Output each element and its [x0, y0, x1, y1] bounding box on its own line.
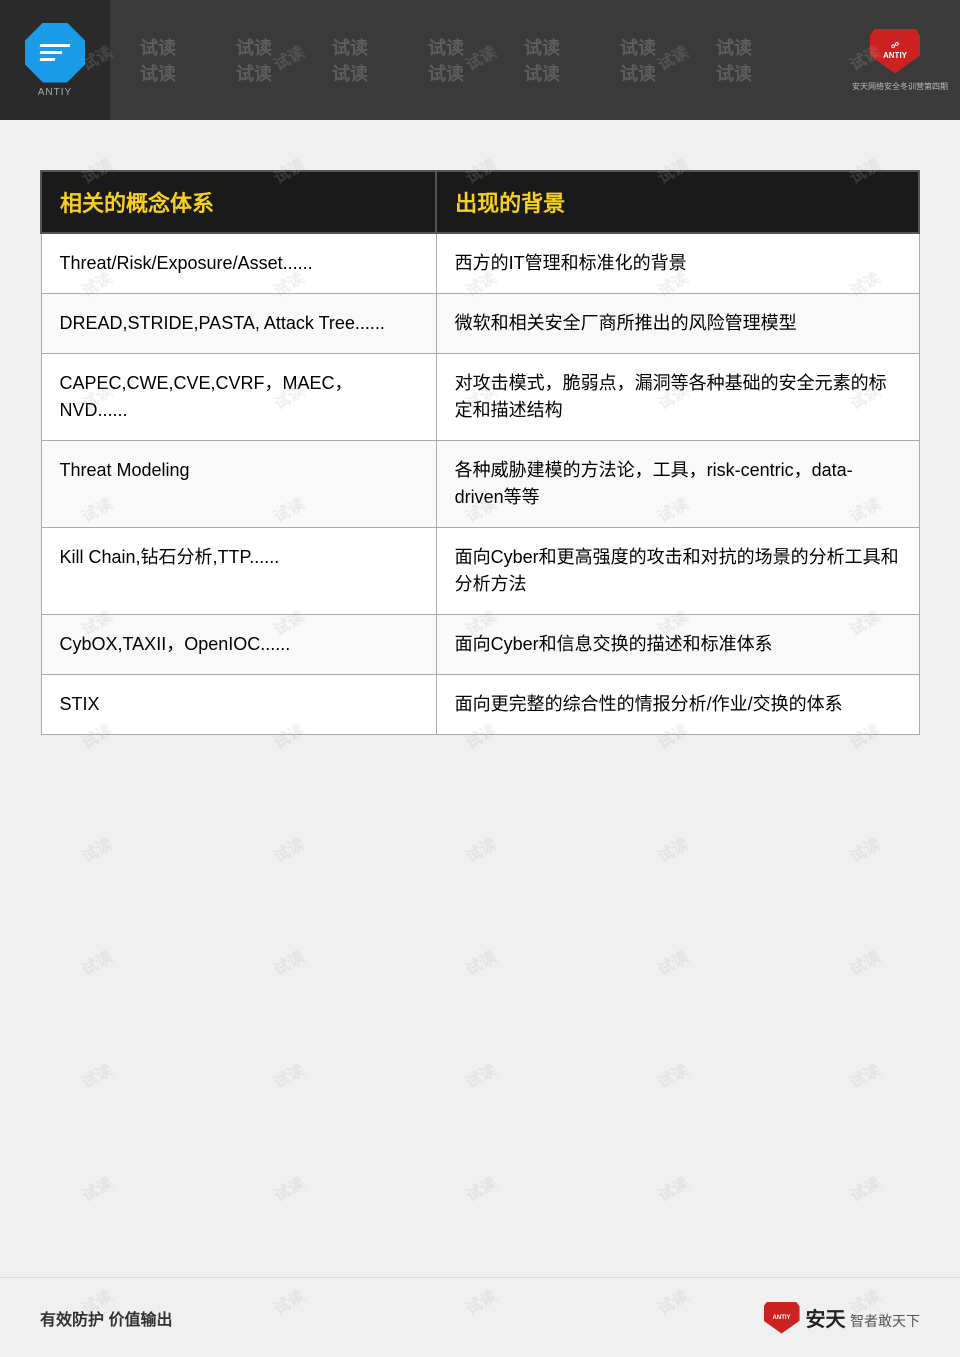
wm-cell-43: 试读 [561, 864, 784, 1058]
table-cell-right-6: 面向更完整的综合性的情报分析/作业/交换的体系 [436, 675, 919, 735]
wm-14: 试读 [686, 60, 782, 86]
wm-cell-52: 试读 [369, 1090, 592, 1284]
wm-cell-36: 试读 [177, 751, 400, 945]
wm-cell-48: 试读 [561, 977, 784, 1171]
wm-10: 试读 [302, 60, 398, 86]
wm-cell-44: 试读 [753, 864, 960, 1058]
antiy-shield: ☍ANTIY [870, 29, 920, 74]
wm-cell-41: 试读 [177, 864, 400, 1058]
footer-brand-sub: 智者敢天下 [850, 1313, 920, 1329]
wm-8: 试读 [110, 60, 206, 86]
table-cell-left-2: CAPEC,CWE,CVE,CVRF，MAEC，NVD...... [41, 354, 436, 441]
wm-cell-35: 试读 [0, 751, 207, 945]
footer: 有效防护 价值输出 ANTIY 安天 智者敢天下 [0, 1277, 960, 1357]
logo-line-2 [40, 51, 63, 54]
table-cell-left-4: Kill Chain,钻石分析,TTP...... [41, 528, 436, 615]
header-watermark-row-1: 试读 试读 试读 试读 试读 试读 试读 [110, 34, 960, 60]
wm-11: 试读 [398, 60, 494, 86]
wm-cell-39: 试读 [753, 751, 960, 945]
col-left-header: 相关的概念体系 [41, 171, 436, 233]
col-right-header: 出现的背景 [436, 171, 919, 233]
wm-cell-50: 试读 [0, 1090, 207, 1284]
wm-7: 试读 [686, 34, 782, 60]
wm-cell-37: 试读 [369, 751, 592, 945]
footer-brand-main: 安天 [806, 1309, 846, 1331]
wm-5: 试读 [494, 34, 590, 60]
wm-cell-51: 试读 [177, 1090, 400, 1284]
wm-4: 试读 [398, 34, 494, 60]
table-row: Threat Modeling各种威胁建模的方法论，工具，risk-centri… [41, 441, 919, 528]
footer-brand-area: 安天 智者敢天下 [806, 1303, 920, 1332]
table-row: Threat/Risk/Exposure/Asset......西方的IT管理和… [41, 233, 919, 294]
footer-right: ANTIY 安天 智者敢天下 [764, 1302, 920, 1334]
wm-13: 试读 [590, 60, 686, 86]
table-cell-right-1: 微软和相关安全厂商所推出的风险管理模型 [436, 294, 919, 354]
table-row: Kill Chain,钻石分析,TTP......面向Cyber和更高强度的攻击… [41, 528, 919, 615]
table-cell-left-5: CybOX,TAXII，OpenIOC...... [41, 615, 436, 675]
footer-left-text: 有效防护 价值输出 [40, 1306, 172, 1330]
footer-antiy-label: ANTIY [773, 1315, 791, 1321]
wm-9: 试读 [206, 60, 302, 86]
wm-3: 试读 [302, 34, 398, 60]
logo-line-1 [40, 44, 71, 47]
wm-cell-42: 试读 [369, 864, 592, 1058]
logo-line-3 [40, 58, 56, 61]
footer-logo-container: ANTIY 安天 智者敢天下 [764, 1302, 920, 1334]
table-cell-right-4: 面向Cyber和更高强度的攻击和对抗的场景的分析工具和分析方法 [436, 528, 919, 615]
table-row: DREAD,STRIDE,PASTA, Attack Tree......微软和… [41, 294, 919, 354]
top-right-logo: ☍ANTIY 安天网络安全冬训营第四期 [850, 10, 950, 110]
wm-cell-54: 试读 [753, 1090, 960, 1284]
logo-lines [40, 44, 70, 61]
wm-cell-47: 试读 [369, 977, 592, 1171]
header-watermark-row-2: 试读 试读 试读 试读 试读 试读 试读 [110, 60, 960, 86]
antiy-logo-top: ☍ANTIY [870, 29, 930, 79]
wm-cell-49: 试读 [753, 977, 960, 1171]
wm-cell-40: 试读 [0, 864, 207, 1058]
wm-cell-46: 试读 [177, 977, 400, 1171]
table-cell-right-3: 各种威胁建模的方法论，工具，risk-centric，data-driven等等 [436, 441, 919, 528]
table-cell-left-3: Threat Modeling [41, 441, 436, 528]
table-cell-right-5: 面向Cyber和信息交换的描述和标准体系 [436, 615, 919, 675]
logo-shape [25, 23, 85, 83]
wm-6: 试读 [590, 34, 686, 60]
concept-table: 相关的概念体系 出现的背景 Threat/Risk/Exposure/Asset… [40, 170, 920, 735]
table-row: CAPEC,CWE,CVE,CVRF，MAEC，NVD......对攻击模式，脆… [41, 354, 919, 441]
wm-1: 试读 [110, 34, 206, 60]
footer-shield-icon: ANTIY [764, 1302, 800, 1334]
table-row: STIX面向更完整的综合性的情报分析/作业/交换的体系 [41, 675, 919, 735]
table-row: CybOX,TAXII，OpenIOC......面向Cyber和信息交换的描述… [41, 615, 919, 675]
wm-cell-45: 试读 [0, 977, 207, 1171]
top-right-inner: ☍ANTIY 安天网络安全冬训营第四期 [852, 29, 948, 92]
top-right-caption: 安天网络安全冬训营第四期 [852, 81, 948, 92]
table-cell-left-1: DREAD,STRIDE,PASTA, Attack Tree...... [41, 294, 436, 354]
table-cell-right-0: 西方的IT管理和标准化的背景 [436, 233, 919, 294]
wm-2: 试读 [206, 34, 302, 60]
header: ANTIY 试读 试读 试读 试读 试读 试读 试读 试读 试读 试读 试读 试… [0, 0, 960, 120]
logo-text: ANTIY [38, 87, 72, 98]
antiy-shield-text: ☍ANTIY [883, 41, 907, 60]
logo-area: ANTIY [0, 0, 110, 120]
table-cell-left-0: Threat/Risk/Exposure/Asset...... [41, 233, 436, 294]
wm-cell-53: 试读 [561, 1090, 784, 1284]
wm-12: 试读 [494, 60, 590, 86]
main-content: 相关的概念体系 出现的背景 Threat/Risk/Exposure/Asset… [0, 120, 960, 755]
table-cell-right-2: 对攻击模式，脆弱点，漏洞等各种基础的安全元素的标定和描述结构 [436, 354, 919, 441]
table-cell-left-6: STIX [41, 675, 436, 735]
wm-cell-38: 试读 [561, 751, 784, 945]
